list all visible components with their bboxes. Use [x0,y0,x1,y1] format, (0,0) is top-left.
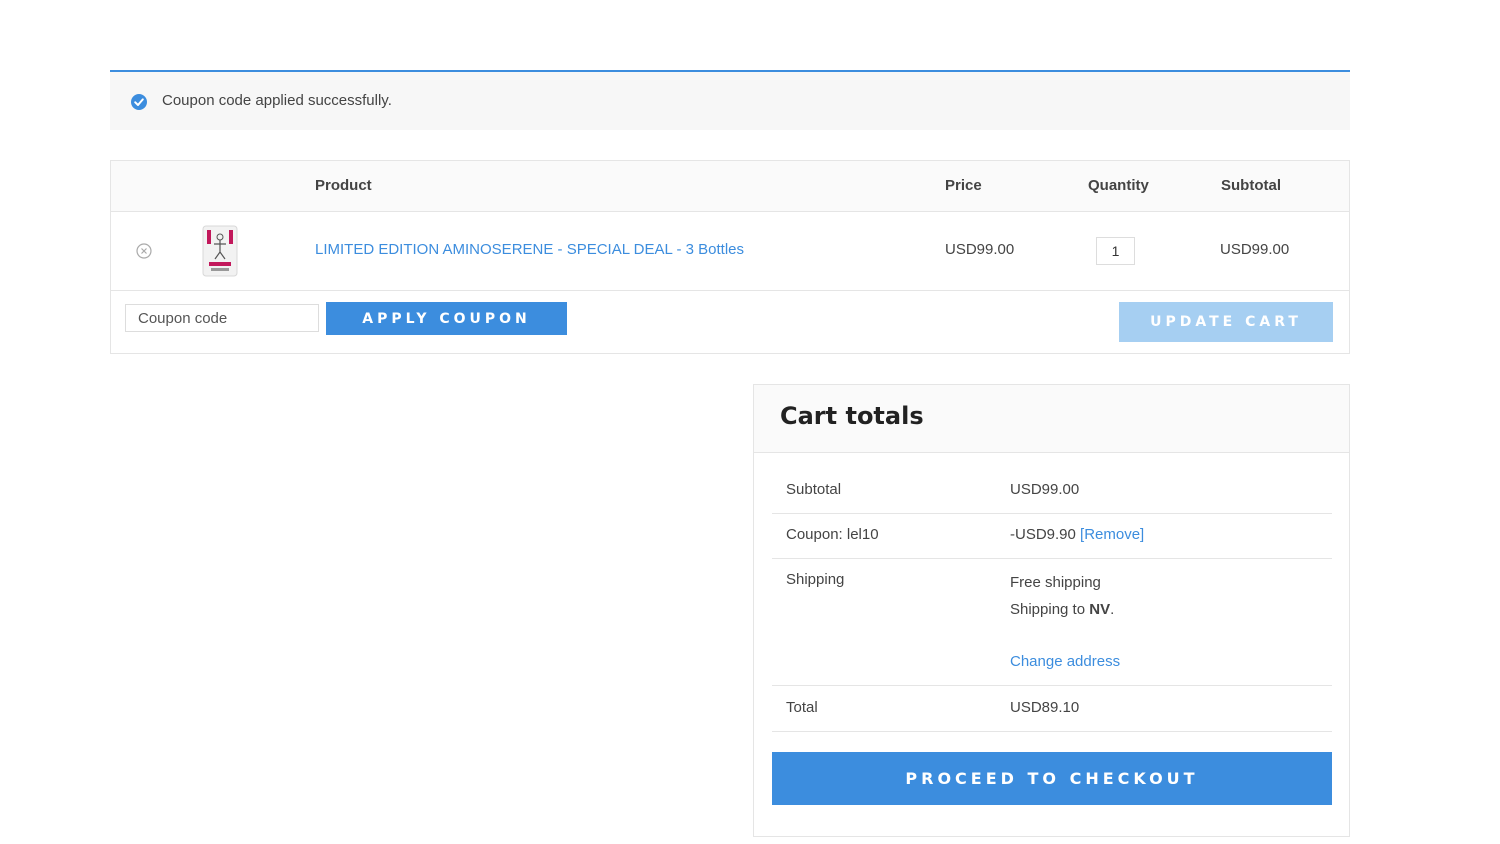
notice-message: Coupon code applied successfully. [162,92,392,109]
totals-row-coupon: Coupon: lel10 -USD9.90 [Remove] [772,514,1332,559]
total-label: Total [786,699,818,716]
cart-item-row: LIMITED EDITION AMINOSERENE - SPECIAL DE… [111,212,1349,291]
header-quantity: Quantity [1088,177,1149,194]
header-price: Price [945,177,982,194]
total-value: USD89.10 [1010,699,1080,716]
change-address-link[interactable]: Change address [1010,653,1120,670]
cart-table-header: Product Price Quantity Subtotal [111,161,1349,212]
header-subtotal: Subtotal [1221,177,1281,194]
coupon-value-group: -USD9.90 [Remove] [1010,526,1144,543]
proceed-to-checkout-button[interactable]: Proceed to checkout [772,752,1332,805]
shipping-state: NV [1089,601,1111,618]
cart-table: Product Price Quantity Subtotal LIMITED … [110,160,1350,354]
cart-actions: Apply coupon Update cart [111,291,1349,353]
update-cart-button[interactable]: Update cart [1119,302,1333,342]
shipping-to-prefix: Shipping to [1010,601,1086,618]
totals-row-subtotal: Subtotal USD99.00 [772,469,1332,514]
totals-row-total: Total USD89.10 [772,686,1332,732]
cart-totals-title: Cart totals [780,402,924,430]
coupon-code-input[interactable] [125,304,319,332]
subtotal-label: Subtotal [786,481,842,498]
header-product: Product [315,177,372,194]
cart-totals-panel: Cart totals Subtotal USD99.00 Coupon: le… [753,384,1350,837]
product-thumbnail[interactable] [200,222,240,280]
coupon-discount-value: -USD9.90 [1010,526,1076,543]
coupon-label: Coupon: lel10 [786,526,879,543]
apply-coupon-button[interactable]: Apply coupon [326,302,567,335]
check-circle-icon [131,94,147,110]
remove-coupon-link[interactable]: [Remove] [1080,526,1144,543]
product-name-link[interactable]: LIMITED EDITION AMINOSERENE - SPECIAL DE… [315,241,744,258]
quantity-input[interactable] [1096,237,1135,265]
coupon-success-notice: Coupon code applied successfully. [110,70,1350,130]
cart-page: Coupon code applied successfully. Produc… [0,0,1500,844]
cart-totals-header: Cart totals [754,385,1349,453]
shipping-label: Shipping [786,571,845,588]
shipping-destination: Shipping to NV. [1010,601,1115,618]
totals-row-shipping: Shipping Free shipping Shipping to NV. C… [772,559,1332,686]
subtotal-value: USD99.00 [1010,481,1080,498]
shipping-method: Free shipping [1010,574,1101,591]
item-subtotal: USD99.00 [1220,241,1290,258]
item-price: USD99.00 [945,241,1015,258]
remove-circle-icon[interactable] [136,243,152,259]
